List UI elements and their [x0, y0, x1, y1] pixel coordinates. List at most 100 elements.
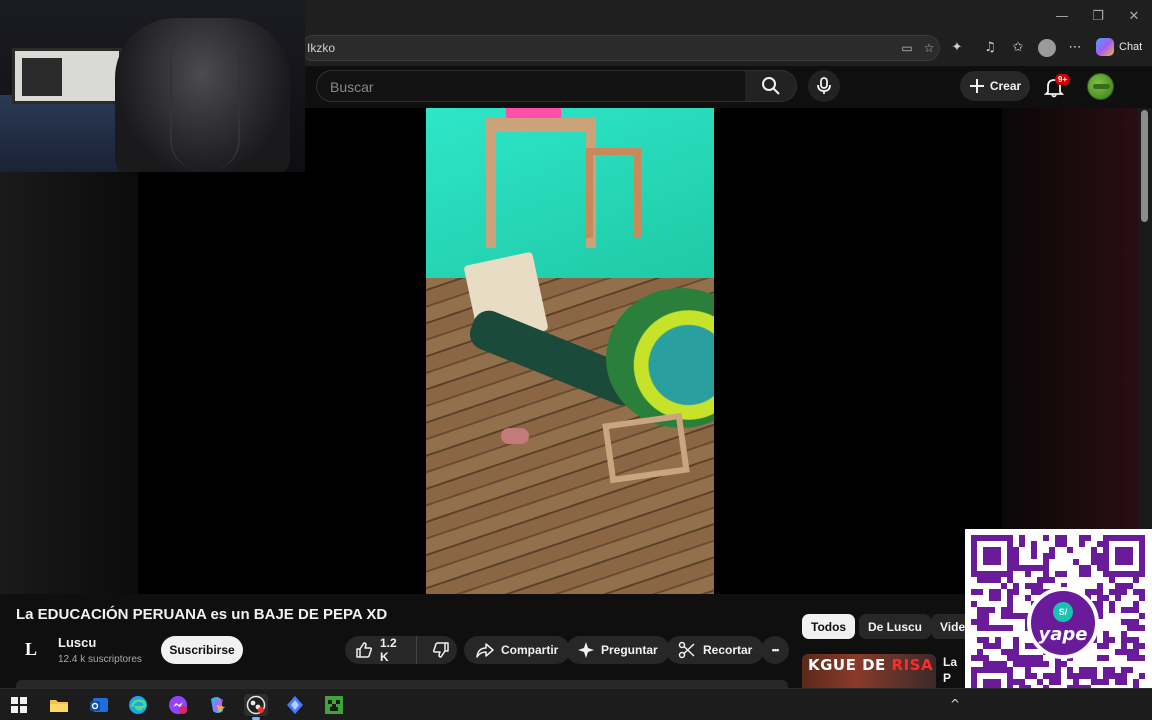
microphone-icon [817, 77, 831, 94]
file-explorer-icon[interactable] [47, 694, 71, 716]
video-frame[interactable] [426, 108, 714, 594]
minecraft-icon[interactable] [322, 694, 346, 716]
qr-module [1031, 655, 1037, 661]
channel-name[interactable]: Luscu [58, 635, 96, 650]
qr-module [977, 637, 983, 643]
qr-module [1127, 667, 1133, 673]
share-icon [476, 643, 494, 658]
qr-module [1025, 661, 1031, 667]
scrollbar-thumb[interactable] [1141, 110, 1148, 222]
qr-module [1037, 679, 1043, 685]
qr-module [1127, 637, 1133, 643]
qr-module [1133, 577, 1139, 583]
qr-module [1037, 577, 1043, 583]
channel-avatar[interactable]: L [16, 634, 46, 664]
obs-icon[interactable] [244, 694, 268, 720]
qr-module [995, 643, 1001, 649]
search-input[interactable]: Buscar [316, 70, 746, 102]
restore-button[interactable]: ❐ [1080, 0, 1116, 32]
qr-module [1061, 535, 1067, 541]
qr-module [1133, 601, 1139, 607]
qr-module [1031, 589, 1037, 595]
qr-module [1121, 679, 1127, 685]
browser-essentials-icon[interactable]: ♫ [981, 39, 999, 57]
yape-logo: S/ yape [1027, 587, 1099, 659]
reading-view-icon[interactable]: ▭ [899, 40, 915, 56]
qr-module [983, 637, 989, 643]
qr-module [1097, 565, 1103, 571]
edge-icon[interactable] [126, 694, 150, 716]
qr-module [1037, 655, 1043, 661]
qr-module [1025, 571, 1031, 577]
settings-more-icon[interactable]: ⋯ [1066, 39, 1084, 57]
chip-todos[interactable]: Todos [802, 614, 856, 639]
system-tray-chevron-icon[interactable]: ^ [950, 697, 960, 711]
account-avatar[interactable] [1087, 73, 1114, 100]
like-button[interactable]: 1.2 K [345, 636, 418, 664]
profile-avatar-icon[interactable] [1038, 39, 1056, 57]
subscribe-button[interactable]: Suscribirse [161, 636, 243, 664]
extensions-icon[interactable]: ✦ [948, 39, 966, 57]
dislike-button[interactable] [424, 636, 457, 664]
qr-module [1031, 553, 1037, 559]
qr-module [1103, 643, 1109, 649]
minimize-button[interactable]: — [1044, 0, 1080, 32]
qr-module [1121, 631, 1127, 637]
qr-module [989, 595, 995, 601]
chip-de-luscu[interactable]: De Luscu [859, 614, 932, 639]
qr-module [1025, 643, 1031, 649]
qr-module [1067, 667, 1073, 673]
qr-module [1019, 565, 1025, 571]
qr-module [1007, 595, 1013, 601]
ask-button[interactable]: Preguntar [566, 636, 670, 664]
qr-module [1019, 655, 1025, 661]
qr-module [1055, 679, 1061, 685]
copilot-chat-button[interactable]: Chat [1096, 38, 1142, 56]
app-diamond-icon[interactable] [283, 694, 307, 716]
qr-module [1073, 673, 1079, 679]
qr-module [989, 607, 995, 613]
video-title: La EDUCACIÓN PERUANA es un BAJE DE PEPA … [16, 606, 388, 623]
description-box[interactable] [16, 680, 788, 688]
messenger-icon[interactable] [166, 694, 190, 716]
video-chair-frame [602, 412, 690, 484]
more-actions-button[interactable]: ••• [761, 636, 789, 664]
outlook-icon[interactable] [87, 694, 111, 716]
clip-button[interactable]: Recortar [666, 636, 765, 664]
qr-module [1025, 655, 1031, 661]
qr-module [995, 661, 1001, 667]
qr-module [971, 619, 977, 625]
qr-module [977, 607, 983, 613]
share-button[interactable]: Compartir [464, 636, 571, 664]
qr-module [1103, 667, 1109, 673]
qr-module [983, 655, 989, 661]
start-icon[interactable] [7, 694, 31, 716]
qr-module [977, 577, 983, 583]
qr-module [1049, 553, 1055, 559]
qr-module [995, 589, 1001, 595]
qr-module [1085, 535, 1091, 541]
address-bar[interactable]: Ikzko ▭ ☆ [300, 35, 940, 61]
qr-module [1103, 655, 1109, 661]
qr-module [1091, 559, 1097, 565]
qr-module [1103, 637, 1109, 643]
voice-search-button[interactable] [808, 70, 840, 102]
qr-module [983, 613, 989, 619]
qr-module [1061, 661, 1067, 667]
qr-module [1049, 673, 1055, 679]
qr-module [1115, 583, 1121, 589]
qr-module [1079, 535, 1085, 541]
qr-module [1025, 565, 1031, 571]
recommendation-thumbnail[interactable]: KGUE DE RISA [802, 654, 936, 688]
close-window-button[interactable]: ✕ [1116, 0, 1152, 32]
qr-module [983, 619, 989, 625]
qr-module [983, 607, 989, 613]
qr-module [1115, 649, 1121, 655]
qr-module [1013, 655, 1019, 661]
qr-module [1025, 595, 1031, 601]
create-button[interactable]: Crear [960, 71, 1030, 101]
search-button[interactable] [745, 70, 797, 102]
favorite-star-icon[interactable]: ☆ [921, 40, 937, 56]
copilot-app-icon[interactable] [205, 694, 229, 716]
favorites-icon[interactable]: ✩ [1009, 39, 1027, 57]
